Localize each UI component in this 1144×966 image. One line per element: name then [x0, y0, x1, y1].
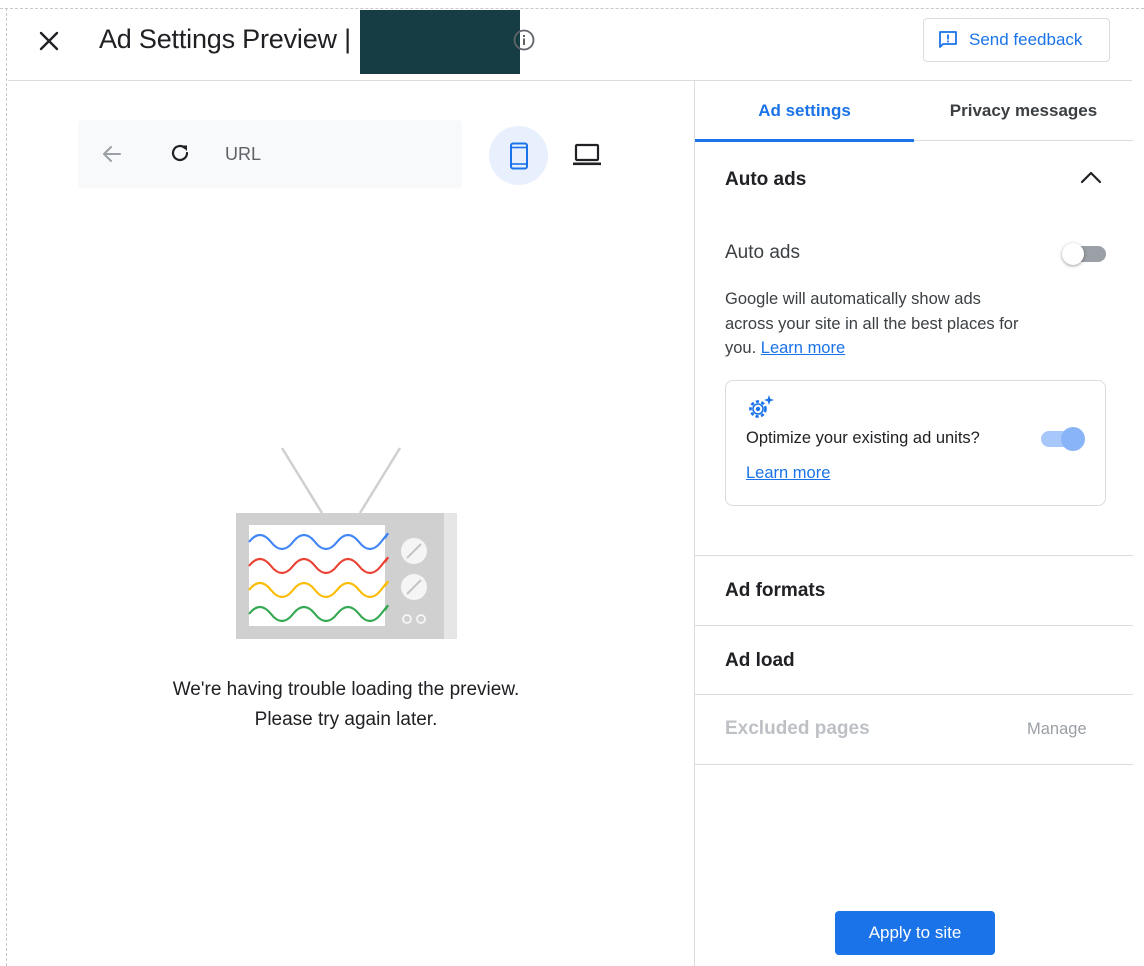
redaction-block: [360, 10, 520, 74]
header: Ad Settings Preview | r Send feedback: [8, 0, 1132, 81]
optimize-ad-units-toggle[interactable]: [1039, 425, 1089, 453]
laptop-icon: [573, 143, 601, 166]
broken-tv-illustration: [236, 447, 457, 639]
section-divider: [695, 764, 1133, 765]
smartphone-icon: [509, 142, 528, 169]
optimize-ad-units-text: Optimize your existing ad units?: [746, 429, 980, 447]
url-bar: URL: [78, 120, 462, 188]
tab-privacy-messages[interactable]: Privacy messages: [914, 81, 1133, 141]
send-feedback-label: Send feedback: [969, 30, 1083, 49]
manage-excluded-pages-button[interactable]: Manage: [1027, 720, 1087, 739]
reload-icon[interactable]: [168, 141, 192, 165]
ad-formats-section-header[interactable]: Ad formats: [695, 555, 1133, 625]
desktop-view-button[interactable]: [565, 137, 609, 173]
chevron-up-icon[interactable]: [1079, 169, 1103, 185]
send-feedback-button[interactable]: Send feedback: [923, 18, 1110, 62]
tab-bar: Ad settings Privacy messages: [695, 81, 1133, 142]
auto-ads-learn-more-link[interactable]: Learn more: [761, 339, 845, 357]
mobile-view-button[interactable]: [489, 126, 548, 185]
auto-ads-description: Google will automatically show ads acros…: [725, 287, 1025, 361]
back-arrow-icon[interactable]: [100, 142, 124, 166]
auto-ads-section-header[interactable]: Auto ads: [695, 141, 1133, 211]
section-divider: [695, 694, 1133, 695]
feedback-icon: [939, 31, 957, 48]
ad-load-title: Ad load: [725, 650, 795, 671]
url-input[interactable]: URL: [225, 144, 261, 165]
ad-load-section-header[interactable]: Ad load: [695, 625, 1133, 695]
info-icon[interactable]: [513, 29, 535, 51]
toggle-thumb: [1061, 427, 1085, 451]
excluded-pages-title: Excluded pages: [725, 718, 870, 739]
close-icon: [39, 31, 59, 51]
auto-ads-toggle[interactable]: [1060, 241, 1108, 267]
page-title: Ad Settings Preview | r: [99, 24, 368, 54]
error-line-2: Please try again later.: [254, 709, 438, 730]
optimize-learn-more-link[interactable]: Learn more: [746, 464, 830, 483]
close-button[interactable]: [34, 26, 64, 56]
ad-formats-title: Ad formats: [725, 580, 826, 601]
frame-left-edge: [6, 8, 7, 966]
toggle-thumb: [1062, 243, 1084, 265]
apply-to-site-button[interactable]: Apply to site: [835, 911, 995, 955]
settings-panel: Ad settings Privacy messages Auto ads Au…: [694, 81, 1133, 966]
optimize-ad-units-card: Optimize your existing ad units? Learn m…: [725, 380, 1106, 506]
auto-ads-section-title: Auto ads: [725, 169, 807, 190]
tab-ad-settings[interactable]: Ad settings: [695, 81, 914, 142]
error-line-1: We're having trouble loading the preview…: [172, 679, 520, 700]
preview-error-message: We're having trouble loading the preview…: [120, 675, 572, 735]
auto-ads-toggle-label: Auto ads: [725, 242, 800, 263]
settings-sparkle-icon: [749, 395, 774, 418]
